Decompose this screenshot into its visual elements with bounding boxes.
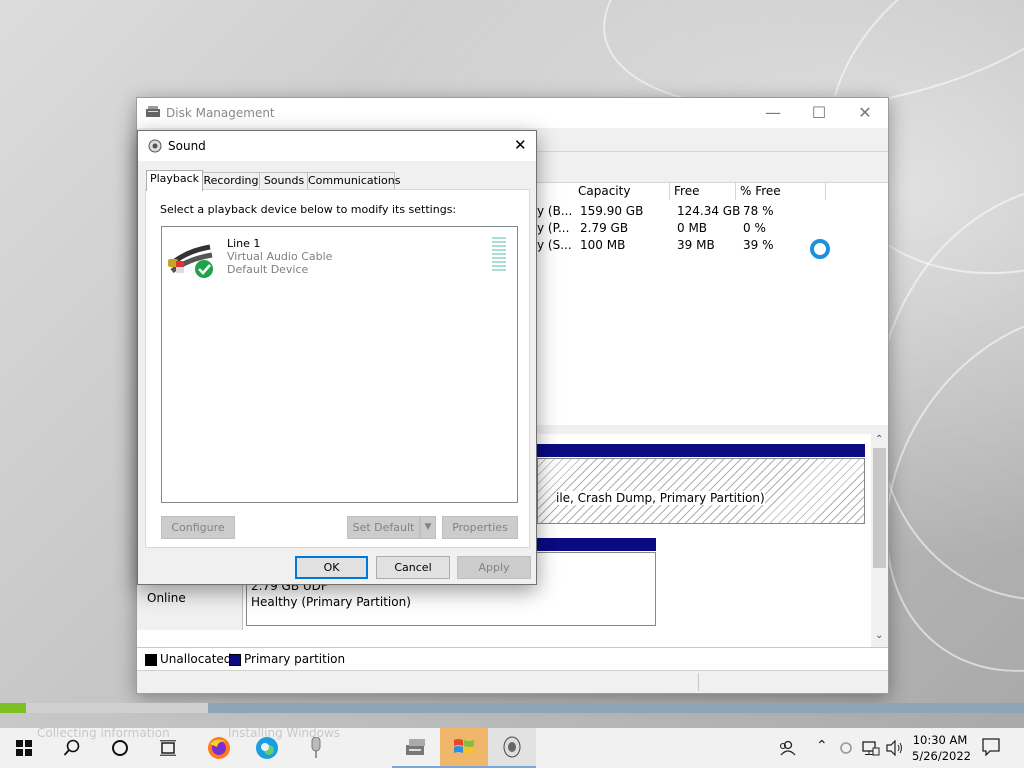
maximize-button[interactable]: ☐ [796, 98, 842, 128]
legend-primary: Primary partition [244, 652, 346, 666]
partition-desc: ile, Crash Dump, Primary Partition) [556, 491, 765, 505]
row-2-capacity: 2.79 GB [580, 221, 629, 235]
partition-disk0-c[interactable]: ile, Crash Dump, Primary Partition) [537, 458, 865, 524]
close-button[interactable]: ✕ [842, 98, 888, 128]
search-icon [63, 739, 80, 756]
device-desc: Virtual Audio Cable [227, 250, 333, 263]
setup-progress-strip [0, 703, 1024, 713]
network-icon[interactable] [862, 740, 880, 760]
row-3-capacity: 100 MB [580, 238, 626, 252]
playback-panel: Select a playback device below to modify… [145, 189, 530, 548]
cortana-circle-icon [112, 740, 128, 756]
sound-close-icon[interactable]: ✕ [514, 136, 527, 154]
apply-button[interactable]: Apply [457, 556, 531, 579]
task-view-icon [160, 740, 176, 756]
show-hidden-icons-chevron-up-icon[interactable]: ⌃ [816, 738, 828, 754]
row-1-free: 124.34 GB [677, 204, 741, 218]
clock-date: 5/26/2022 [912, 749, 971, 763]
disk-management-icon [406, 739, 425, 755]
disk-management-title: Disk Management [166, 106, 275, 120]
scroll-down-icon[interactable]: ⌄ [875, 630, 883, 641]
row-2-fragment: y (P... [537, 221, 570, 235]
cancel-button[interactable]: Cancel [376, 556, 450, 579]
row-3-percent: 39 % [743, 238, 774, 252]
col-capacity[interactable]: Capacity [574, 183, 670, 200]
volume-list-header: Capacity Free Spa... % Free [537, 182, 888, 215]
col-percent-free[interactable]: % Free [736, 183, 826, 200]
graphical-view-scrollbar[interactable]: ⌃ ⌄ [871, 434, 888, 647]
tab-communications[interactable]: Communications [307, 172, 400, 189]
tab-recording[interactable]: Recording [201, 172, 261, 189]
disk-management-taskbar-button[interactable] [392, 728, 440, 768]
partition-bar-disk0 [537, 444, 865, 457]
scroll-thumb[interactable] [873, 448, 886, 568]
row-2-percent: 0 % [743, 221, 766, 235]
speaker-icon [148, 139, 162, 153]
primary-swatch [229, 654, 241, 666]
volume-icon[interactable] [886, 739, 904, 760]
progress-segment-1 [0, 703, 26, 713]
disk-management-titlebar[interactable]: Disk Management — ☐ ✕ [137, 98, 888, 128]
firefox-button[interactable] [195, 728, 243, 768]
instruction-text: Select a playback device below to modify… [160, 203, 457, 216]
microphone-button[interactable] [292, 728, 340, 768]
microphone-icon [311, 737, 321, 758]
speaker-icon [503, 736, 521, 758]
firefox-icon [208, 737, 230, 759]
clock-time: 10:30 AM [912, 733, 968, 747]
device-status: Default Device [227, 263, 309, 276]
properties-button[interactable]: Properties [442, 516, 518, 539]
sync-icon[interactable] [839, 741, 853, 759]
configure-button[interactable]: Configure [161, 516, 235, 539]
edge-icon [256, 737, 278, 759]
sound-dialog: Sound ✕ Playback Recording Sounds Commun… [137, 130, 537, 585]
start-button[interactable] [0, 728, 48, 768]
row-3-free: 39 MB [677, 238, 715, 252]
disk1-status: Online [147, 591, 186, 605]
volume-meter [492, 237, 506, 273]
col-free-space[interactable]: Free Spa... [670, 183, 736, 215]
search-button[interactable] [48, 728, 96, 768]
status-bar [137, 670, 888, 693]
device-row[interactable]: Line 1 Virtual Audio Cable Default Devic… [162, 227, 517, 278]
ok-button[interactable]: OK [295, 556, 368, 579]
row-1-fragment: y (B... [537, 204, 573, 218]
windows-flag-icon [454, 739, 474, 754]
legend-unallocated: Unallocated [160, 652, 232, 666]
sound-titlebar[interactable]: Sound ✕ [138, 131, 536, 161]
row-1-percent: 78 % [743, 204, 774, 218]
set-default-dropdown-icon[interactable]: ▼ [420, 516, 436, 539]
part2-status: Healthy (Primary Partition) [251, 595, 411, 609]
tab-playback[interactable]: Playback [146, 170, 203, 191]
busy-spinner-icon [810, 239, 830, 259]
row-1-capacity: 159.90 GB [580, 204, 644, 218]
sound-taskbar-button[interactable] [488, 728, 536, 768]
task-view-button[interactable] [144, 728, 192, 768]
device-list[interactable]: Line 1 Virtual Audio Cable Default Devic… [161, 226, 518, 503]
windows-icon [16, 740, 32, 756]
row-2-free: 0 MB [677, 221, 708, 235]
scroll-up-icon[interactable]: ⌃ [875, 434, 883, 445]
row-3-fragment: y (S... [537, 238, 572, 252]
tab-sounds[interactable]: Sounds [259, 172, 309, 189]
people-icon[interactable] [778, 740, 796, 760]
audio-cable-icon [168, 244, 213, 278]
volume-list: y (B... 159.90 GB 124.34 GB 78 % y (P...… [537, 200, 888, 425]
disk-management-icon [146, 106, 160, 117]
minimize-button[interactable]: — [750, 98, 796, 128]
device-name: Line 1 [227, 237, 261, 250]
windows-setup-taskbar-button[interactable] [440, 728, 488, 768]
cortana-button[interactable] [96, 728, 144, 768]
sound-title: Sound [168, 139, 206, 153]
taskbar: Collecting information Installing Window… [0, 726, 1024, 768]
unallocated-swatch [145, 654, 157, 666]
progress-segment-2 [208, 703, 1024, 713]
set-default-button[interactable]: Set Default [347, 516, 420, 539]
edge-button[interactable] [243, 728, 291, 768]
legend-bar: Unallocated Primary partition [137, 647, 888, 670]
clock[interactable]: 10:30 AM 5/26/2022 [912, 732, 971, 764]
action-center-icon[interactable] [982, 738, 1000, 760]
